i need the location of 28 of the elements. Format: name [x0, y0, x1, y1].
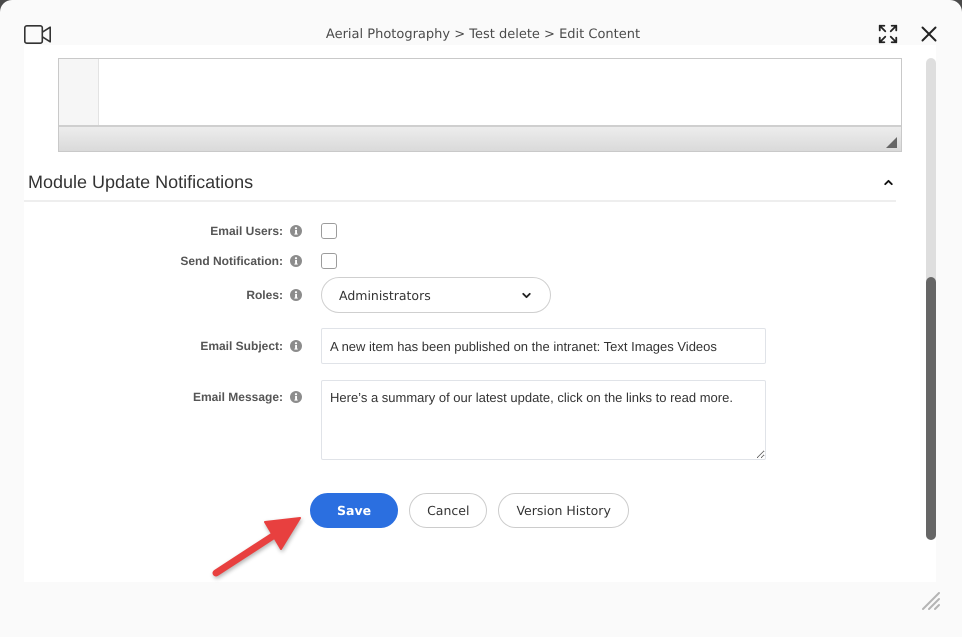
- scrollbar-track[interactable]: [926, 58, 936, 540]
- checkbox[interactable]: [321, 253, 337, 269]
- select-dropdown[interactable]: Administrators: [321, 277, 551, 313]
- expand-icon[interactable]: [877, 23, 899, 45]
- breadcrumb-title: Aerial Photography > Test delete > Edit Content: [326, 26, 640, 42]
- secondary-button[interactable]: Cancel: [409, 493, 488, 528]
- info-icon: [290, 289, 302, 301]
- secondary-button[interactable]: Version History: [498, 493, 629, 528]
- text-input[interactable]: A new item has been published on the intranet: Text Images Videos: [321, 328, 766, 364]
- resize-grip-icon[interactable]: [922, 592, 940, 610]
- scrollbar-thumb[interactable]: [926, 277, 936, 540]
- editor-gutter: [59, 59, 99, 125]
- info-icon: [290, 225, 302, 237]
- checkbox[interactable]: [321, 223, 337, 239]
- field-label: Email Message:: [192, 390, 283, 404]
- field-label: Email Users:: [210, 224, 283, 238]
- resize-triangle-icon: [886, 137, 897, 148]
- info-icon: [290, 340, 302, 352]
- field-label: Email Subject:: [200, 339, 283, 353]
- save-button[interactable]: Save: [310, 493, 398, 528]
- field-label: Roles:: [246, 288, 283, 302]
- text-editor[interactable]: [58, 58, 902, 152]
- info-icon: [290, 255, 302, 267]
- info-icon: [290, 391, 302, 403]
- section-title: Module Update Notifications: [28, 171, 254, 193]
- video-camera-icon: [24, 24, 51, 44]
- textarea-field[interactable]: Here’s a summary of our latest update, click on the links to read more.: [321, 380, 766, 460]
- field-label: Send Notification:: [180, 254, 283, 268]
